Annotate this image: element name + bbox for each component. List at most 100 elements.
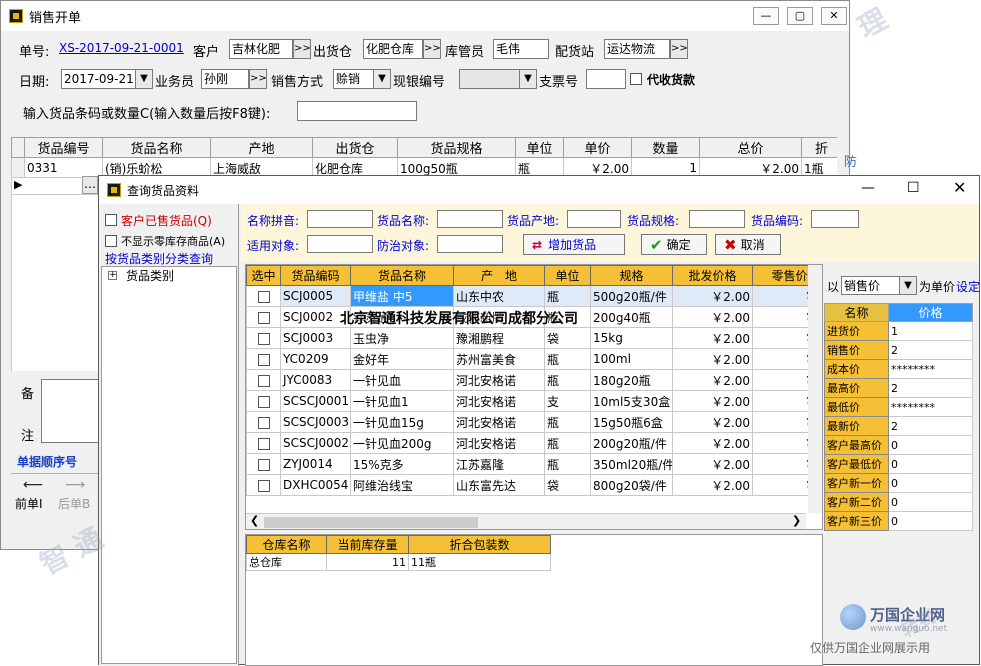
row-select-checkbox[interactable] — [257, 332, 270, 345]
goods-name[interactable]: 一针见血200g — [350, 432, 454, 454]
table-row[interactable]: SCJ0005甲维盐 中5山东中农瓶500g20瓶/件￥2.00￥2 — [246, 285, 822, 307]
table-row[interactable]: 最低价 ******** — [824, 397, 973, 417]
stock-header-current[interactable]: 当前库存量 — [326, 535, 409, 554]
goods-spec[interactable]: 350ml20瓶/件 — [590, 453, 673, 475]
row-select-cell[interactable] — [246, 411, 281, 433]
goods-unit[interactable]: 袋 — [544, 474, 591, 496]
new-row[interactable]: ▶ … — [11, 176, 101, 195]
salesman-field[interactable]: 孙刚 — [201, 69, 249, 89]
table-row[interactable]: JYC0083一针见血河北安格诺瓶180g20瓶￥2.00￥2 — [246, 369, 822, 391]
goods-name-input[interactable] — [437, 210, 503, 228]
row-select-cell[interactable] — [246, 369, 281, 391]
goods-name[interactable]: 一针见血15g — [350, 411, 454, 433]
cash-no-select[interactable] — [459, 69, 521, 89]
cash-no-dropdown-button[interactable]: ▼ — [519, 69, 537, 89]
goods-spec[interactable]: 800g20袋/件 — [590, 474, 673, 496]
goods-unit[interactable]: 瓶 — [544, 369, 591, 391]
row-select-cell[interactable] — [246, 285, 281, 307]
table-row[interactable]: SCSCJ0001一针见血1河北安格诺支10ml5支30盒￥2.00￥2 — [246, 390, 822, 412]
pinyin-input[interactable] — [307, 210, 373, 228]
row-select-checkbox[interactable] — [257, 290, 270, 303]
dialog-maximize-icon[interactable]: ☐ — [907, 180, 920, 196]
goods-name[interactable]: 一针见血1 — [350, 390, 454, 412]
price-header-name[interactable]: 名称 — [824, 303, 889, 322]
goods-unit[interactable]: 瓶 — [544, 348, 591, 370]
table-row[interactable]: SCJ0003玉虫净豫湘鹏程袋15kg￥2.00￥2 — [246, 327, 822, 349]
table-row[interactable]: YC0209金好年苏州富美食瓶100ml￥2.00￥2 — [246, 348, 822, 370]
goods-origin-input[interactable] — [567, 210, 621, 228]
goods-spec[interactable]: 180g20瓶 — [590, 369, 673, 391]
customer-field[interactable]: 吉林化肥 — [229, 39, 293, 59]
grid-header-price[interactable]: 单价 — [563, 137, 632, 158]
goods-wholesale[interactable]: ￥2.00 — [672, 390, 753, 412]
goods-origin[interactable]: 河北安格诺 — [453, 390, 545, 412]
row-select-checkbox[interactable] — [257, 311, 270, 324]
table-row[interactable]: 最高价 2 — [824, 378, 973, 398]
goods-wholesale[interactable]: ￥2.00 — [672, 474, 753, 496]
ship-station-field[interactable]: 运达物流 — [604, 39, 670, 59]
table-row[interactable]: 客户新一价 0 — [824, 473, 973, 493]
scroll-right-icon[interactable]: ❯ — [792, 514, 801, 527]
goods-spec[interactable]: 200g40瓶 — [590, 306, 673, 328]
manager-field[interactable]: 毛伟 — [493, 39, 549, 59]
price-header-value[interactable]: 价格 — [888, 303, 973, 322]
date-field[interactable]: 2017-09-21 — [61, 69, 137, 89]
table-row[interactable]: 客户最低价 0 — [824, 454, 973, 474]
category-query-link[interactable]: 按货品类别分类查询 — [105, 250, 213, 267]
scroll-left-icon[interactable]: ❮ — [250, 514, 259, 527]
minimize-button[interactable]: — — [753, 7, 779, 25]
row-code[interactable]: 0331 — [24, 157, 103, 177]
grid-header-origin[interactable]: 产地 — [210, 137, 313, 158]
goods-name[interactable]: 甲维盐 中5 — [350, 285, 454, 307]
cancel-button[interactable]: ✖ 取消 — [715, 234, 781, 255]
sale-mode-select[interactable]: 赊销 — [333, 69, 375, 89]
row-select-checkbox[interactable] — [257, 374, 270, 387]
restore-button[interactable]: ▢ — [787, 7, 813, 25]
zero-stock-checkbox[interactable] — [105, 235, 117, 247]
row-select-cell[interactable] — [246, 474, 281, 496]
goods-unit[interactable]: 支 — [544, 390, 591, 412]
tree-root-item[interactable]: 货品类别 — [126, 267, 174, 284]
table-row[interactable]: ZYJ001415%克多江苏嘉隆瓶350ml20瓶/件￥2.00￥2 — [246, 453, 822, 475]
row-select-checkbox[interactable] — [257, 479, 270, 492]
grid-header-qty[interactable]: 数量 — [631, 137, 700, 158]
goods-origin[interactable]: 豫湘鹏程 — [453, 327, 545, 349]
grid-header-pack[interactable]: 折 — [801, 137, 837, 158]
barcode-input[interactable] — [297, 101, 417, 121]
goods-origin[interactable]: 山东富先达 — [453, 474, 545, 496]
row-select-cell[interactable] — [246, 453, 281, 475]
goods-code[interactable]: JYC0083 — [280, 369, 351, 391]
goods-spec[interactable]: 15kg — [590, 327, 673, 349]
sold-goods-label[interactable]: 客户已售货品(Q) — [121, 212, 212, 229]
row-select-checkbox[interactable] — [257, 416, 270, 429]
goods-wholesale[interactable]: ￥2.00 — [672, 285, 753, 307]
prev-arrow-icon[interactable]: ⟵ — [23, 477, 43, 493]
goods-header-wholesale[interactable]: 批发价格 — [672, 265, 753, 286]
table-row[interactable]: 总仓库 11 11瓶 — [246, 553, 551, 571]
goods-wholesale[interactable]: ￥2.00 — [672, 306, 753, 328]
grid-header-total[interactable]: 总价 — [699, 137, 802, 158]
goods-spec-input[interactable] — [689, 210, 745, 228]
goods-name[interactable]: 15%克多 — [350, 453, 454, 475]
row-select-checkbox[interactable] — [257, 395, 270, 408]
next-arrow-icon[interactable]: ⟶ — [65, 477, 85, 493]
goods-wholesale[interactable]: ￥2.00 — [672, 369, 753, 391]
goods-code[interactable]: DXHC0054 — [280, 474, 351, 496]
table-row[interactable]: 进货价 1 — [824, 321, 973, 341]
table-row[interactable]: 客户最高价 0 — [824, 435, 973, 455]
goods-header-name[interactable]: 货品名称 — [350, 265, 454, 286]
row-select-cell[interactable] — [246, 432, 281, 454]
goods-unit[interactable]: 瓶 — [544, 453, 591, 475]
row-select-cell[interactable] — [246, 390, 281, 412]
goods-header-code[interactable]: 货品编码 — [280, 265, 351, 286]
grid-header-code[interactable]: 货品编号 — [24, 137, 103, 158]
goods-code[interactable]: SCSCJ0002 — [280, 432, 351, 454]
price-set-link[interactable]: 设定 — [956, 278, 980, 295]
close-button[interactable]: ✕ — [821, 7, 847, 25]
goods-spec[interactable]: 500g20瓶/件 — [590, 285, 673, 307]
goods-header-select[interactable]: 选中 — [246, 265, 281, 286]
table-row[interactable]: 客户新三价 0 — [824, 511, 973, 531]
stock-header-warehouse[interactable]: 仓库名称 — [246, 535, 327, 554]
collect-checkbox[interactable] — [630, 73, 642, 85]
dialog-minimize-icon[interactable]: — — [861, 180, 875, 196]
